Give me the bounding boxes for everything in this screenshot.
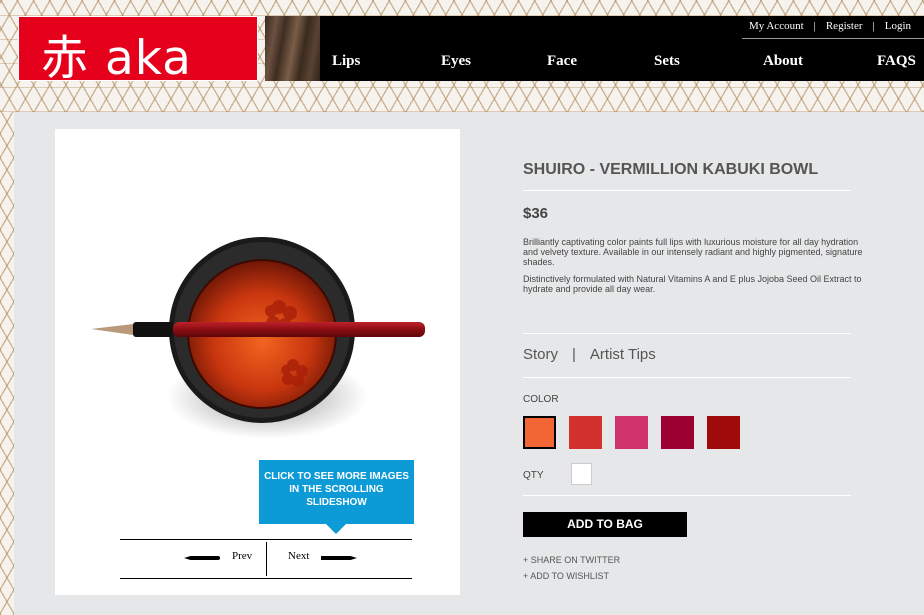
brush-bristles	[91, 324, 133, 335]
nav-about[interactable]: About	[763, 53, 803, 70]
logo[interactable]: 赤 aka	[18, 16, 258, 86]
my-account-link[interactable]: My Account	[749, 20, 804, 32]
divider	[523, 190, 851, 191]
tab-story[interactable]: Story	[523, 346, 558, 363]
main-content: CLICK TO SEE MORE IMAGES IN THE SCROLLIN…	[14, 112, 924, 615]
share-twitter-link[interactable]: + SHARE ON TWITTER	[523, 555, 620, 565]
nav-eyes[interactable]: Eyes	[441, 53, 471, 70]
product-tabs: Story | Artist Tips	[523, 346, 656, 363]
color-swatch[interactable]	[523, 416, 556, 449]
divider	[523, 377, 851, 378]
nav-sets[interactable]: Sets	[654, 53, 680, 70]
nav-faqs[interactable]: FAQS	[877, 53, 916, 70]
login-link[interactable]: Login	[885, 20, 911, 32]
logo-text: 赤 aka	[41, 31, 192, 86]
main-menu: Lips Eyes Face Sets About FAQS	[320, 53, 924, 73]
tab-artist-tips[interactable]: Artist Tips	[590, 346, 656, 363]
color-label: COLOR	[523, 394, 559, 405]
prev-button[interactable]: Prev	[232, 550, 252, 562]
wood-texture-image	[265, 16, 321, 81]
description-paragraph-2: Distinctively formulated with Natural Vi…	[523, 274, 862, 294]
color-swatch[interactable]	[707, 416, 740, 449]
slideshow-tooltip[interactable]: CLICK TO SEE MORE IMAGES IN THE SCROLLIN…	[259, 460, 414, 534]
product-price: $36	[523, 205, 549, 222]
utility-separator: |	[872, 20, 875, 32]
divider	[523, 495, 851, 496]
next-arrow-icon[interactable]	[321, 556, 357, 560]
utility-divider	[742, 38, 924, 39]
product-image-panel: CLICK TO SEE MORE IMAGES IN THE SCROLLIN…	[55, 129, 460, 595]
side-pattern	[0, 112, 14, 615]
nav-lips[interactable]: Lips	[332, 53, 360, 70]
top-nav-bar: My Account | Register | Login Lips Eyes Face…	[320, 16, 924, 81]
slide-nav-divider	[266, 542, 267, 576]
product-image[interactable]	[55, 129, 460, 459]
divider	[523, 333, 851, 334]
nav-face[interactable]: Face	[547, 53, 577, 70]
add-wishlist-link[interactable]: + ADD TO WISHLIST	[523, 571, 609, 581]
description-paragraph-1: Brilliantly captivating color paints ful…	[523, 237, 863, 267]
utility-separator: |	[813, 20, 816, 32]
tab-separator: |	[572, 346, 576, 363]
product-title: SHUIRO - VERMILLION KABUKI BOWL	[523, 161, 819, 178]
qty-label: QTY	[523, 470, 544, 481]
color-swatch[interactable]	[569, 416, 602, 449]
brush-handle	[173, 322, 425, 337]
brush-ferrule	[133, 322, 173, 337]
prev-arrow-icon[interactable]	[184, 556, 220, 560]
color-swatch[interactable]	[615, 416, 648, 449]
qty-input[interactable]	[571, 463, 592, 485]
add-to-bag-button[interactable]: ADD TO BAG	[523, 512, 687, 537]
product-description: Brilliantly captivating color paints ful…	[523, 237, 873, 301]
register-link[interactable]: Register	[826, 20, 863, 32]
next-button[interactable]: Next	[288, 550, 309, 562]
color-swatch[interactable]	[661, 416, 694, 449]
utility-links: My Account | Register | Login	[744, 20, 916, 32]
slideshow-nav: Prev Next	[120, 539, 412, 579]
